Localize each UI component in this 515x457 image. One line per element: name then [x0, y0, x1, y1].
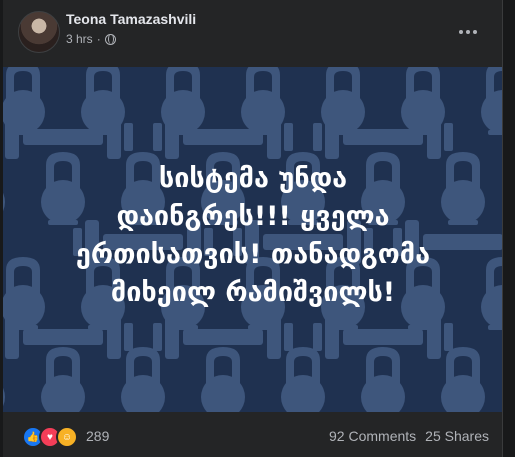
- post-image[interactable]: სისტემა უნდა დაინგრეს!!! ყველა ერთისათვი…: [3, 67, 502, 412]
- post-meta: 3 hrs ·: [66, 32, 116, 46]
- comments-count[interactable]: 92 Comments: [329, 428, 416, 444]
- post-header: Teona Tamazashvili 3 hrs ·: [3, 0, 502, 66]
- kettlebell-icon: [41, 347, 85, 412]
- kettlebell-icon: [281, 347, 325, 412]
- care-icon: ☺: [56, 426, 78, 448]
- globe-icon[interactable]: [104, 33, 116, 45]
- kettlebell-icon: [121, 347, 165, 412]
- post-footer: 👍 ♥ ☺ 289 92 Comments 25 Shares: [3, 413, 502, 457]
- post-time[interactable]: 3 hrs: [66, 32, 93, 46]
- kettlebell-icon: [3, 152, 5, 225]
- more-options-icon[interactable]: [459, 30, 477, 34]
- kettlebell-icon: [481, 67, 502, 135]
- reaction-icons[interactable]: 👍 ♥ ☺: [22, 426, 78, 448]
- image-caption: სისტემა უნდა დაინგრეს!!! ყველა ერთისათვი…: [75, 163, 431, 308]
- kettlebell-icon: [441, 347, 485, 412]
- author-name[interactable]: Teona Tamazashvili: [66, 11, 196, 27]
- post-stats: 92 Comments 25 Shares: [329, 428, 489, 444]
- shares-count[interactable]: 25 Shares: [425, 428, 489, 444]
- post-card: Teona Tamazashvili 3 hrs · სისტემა უნდა …: [3, 0, 503, 457]
- kettlebell-icon: [3, 347, 5, 412]
- kettlebell-icon: [361, 347, 405, 412]
- reaction-count[interactable]: 289: [86, 428, 109, 444]
- kettlebell-icon: [481, 257, 502, 330]
- author-avatar[interactable]: [18, 11, 60, 53]
- kettlebell-icon: [201, 347, 245, 412]
